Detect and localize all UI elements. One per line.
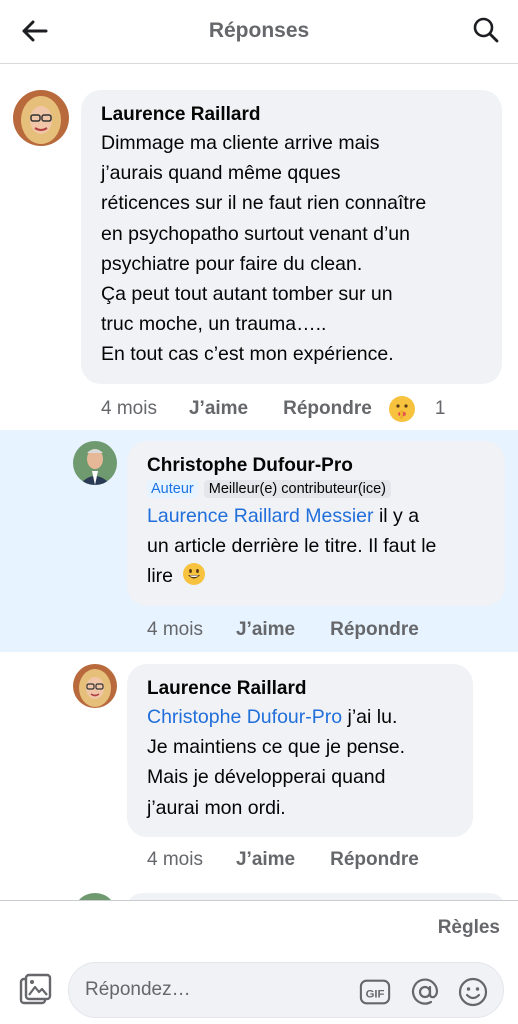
comment-author[interactable]: Christophe Dufour-Pro (147, 453, 485, 479)
mention-link[interactable]: Laurence Raillard Messier (147, 505, 374, 527)
mention-link[interactable]: Christophe Dufour-Pro (147, 706, 342, 728)
comment-text: Laurence Raillard Messier il y a un arti… (147, 501, 485, 596)
comment-time[interactable]: 4 mois (147, 619, 203, 641)
reply-button[interactable]: Répondre (283, 398, 372, 420)
text-line: lire (147, 561, 485, 595)
comment-bubble: Christophe Dufour-Pro Auteur Meilleur(e)… (127, 441, 505, 606)
photo-icon[interactable] (18, 973, 52, 1007)
text-line: j’aurais quand même qques (101, 162, 341, 185)
comment-bubble: Laurence Raillard Christophe Dufour-Pro … (127, 664, 473, 837)
comment-text: Christophe Dufour-Pro j’ai lu. Je mainti… (147, 702, 453, 823)
mention-at-icon[interactable] (409, 976, 441, 1008)
text-line: Ça peut tout autant tomber sur un (101, 283, 393, 306)
reply-button[interactable]: Répondre (330, 849, 419, 871)
search-icon[interactable] (468, 12, 504, 48)
like-button[interactable]: J’aime (189, 398, 248, 420)
reply-placeholder: Répondez… (85, 979, 191, 1000)
comment-time[interactable]: 4 mois (147, 849, 203, 871)
shush-emoji-reaction-icon[interactable] (388, 396, 415, 422)
text-line: Je maintiens ce que je pense. (147, 736, 405, 759)
like-button[interactable]: J’aime (236, 849, 295, 871)
comment-text: Dimmage ma cliente arrive mais j’aurais … (101, 128, 482, 370)
gif-label: GIF (366, 989, 385, 1001)
text-line: un article derrière le titre. Il faut le (147, 535, 437, 558)
comment-time[interactable]: 4 mois (101, 398, 157, 420)
top-contributor-badge: Meilleur(e) contributeur(ice) (203, 480, 392, 498)
emoji-icon[interactable] (457, 976, 489, 1008)
text-span: lire (147, 565, 174, 588)
avatar[interactable] (73, 441, 117, 485)
author-badges: Auteur Meilleur(e) contributeur(ice) (147, 480, 485, 498)
avatar[interactable] (13, 90, 69, 146)
avatar[interactable] (73, 664, 117, 708)
rules-link[interactable]: Règles (438, 917, 500, 939)
reply-footer: Règles Répondez… GIF (0, 900, 518, 1024)
text-line: j’aurai mon ordi. (147, 796, 286, 819)
comment-actions: 4 mois J’aime Répondre 1 (101, 396, 445, 422)
comment-actions: 4 mois J’aime Répondre (147, 849, 419, 871)
text-line: truc moche, un trauma….. (101, 313, 327, 336)
author-badge: Auteur (147, 480, 198, 498)
like-button[interactable]: J’aime (236, 619, 295, 641)
gif-icon[interactable]: GIF (359, 976, 391, 1008)
reply-button[interactable]: Répondre (330, 619, 419, 641)
text-span: il y a (373, 505, 420, 527)
text-line: En tout cas c’est mon expérience. (101, 343, 394, 366)
text-line: Laurence Raillard Messier il y a (147, 501, 485, 531)
comment-author[interactable]: Laurence Raillard (101, 102, 482, 128)
reply-input[interactable]: Répondez… GIF (68, 962, 504, 1018)
text-line: réticences sur il ne faut rien connaître (101, 192, 427, 215)
comment-author[interactable]: Laurence Raillard (147, 676, 453, 702)
top-bar: Réponses (0, 0, 518, 64)
text-line: Christophe Dufour-Pro j’ai lu. (147, 702, 453, 732)
comment-bubble: Laurence Raillard Dimmage ma cliente arr… (81, 90, 502, 384)
comment-actions: 4 mois J’aime Répondre (147, 619, 419, 641)
text-span: j’ai lu. (342, 706, 398, 728)
reaction-count: 1 (434, 398, 446, 419)
text-line: Dimmage ma cliente arrive mais (101, 132, 380, 154)
grinning-face-emoji-icon (182, 562, 206, 595)
page-title: Réponses (208, 19, 310, 42)
text-line: psychiatre pour faire du clean. (101, 252, 363, 275)
text-line: Mais je développerai quand (147, 766, 386, 789)
text-line: en psychopatho surtout venant d’un (101, 222, 410, 245)
